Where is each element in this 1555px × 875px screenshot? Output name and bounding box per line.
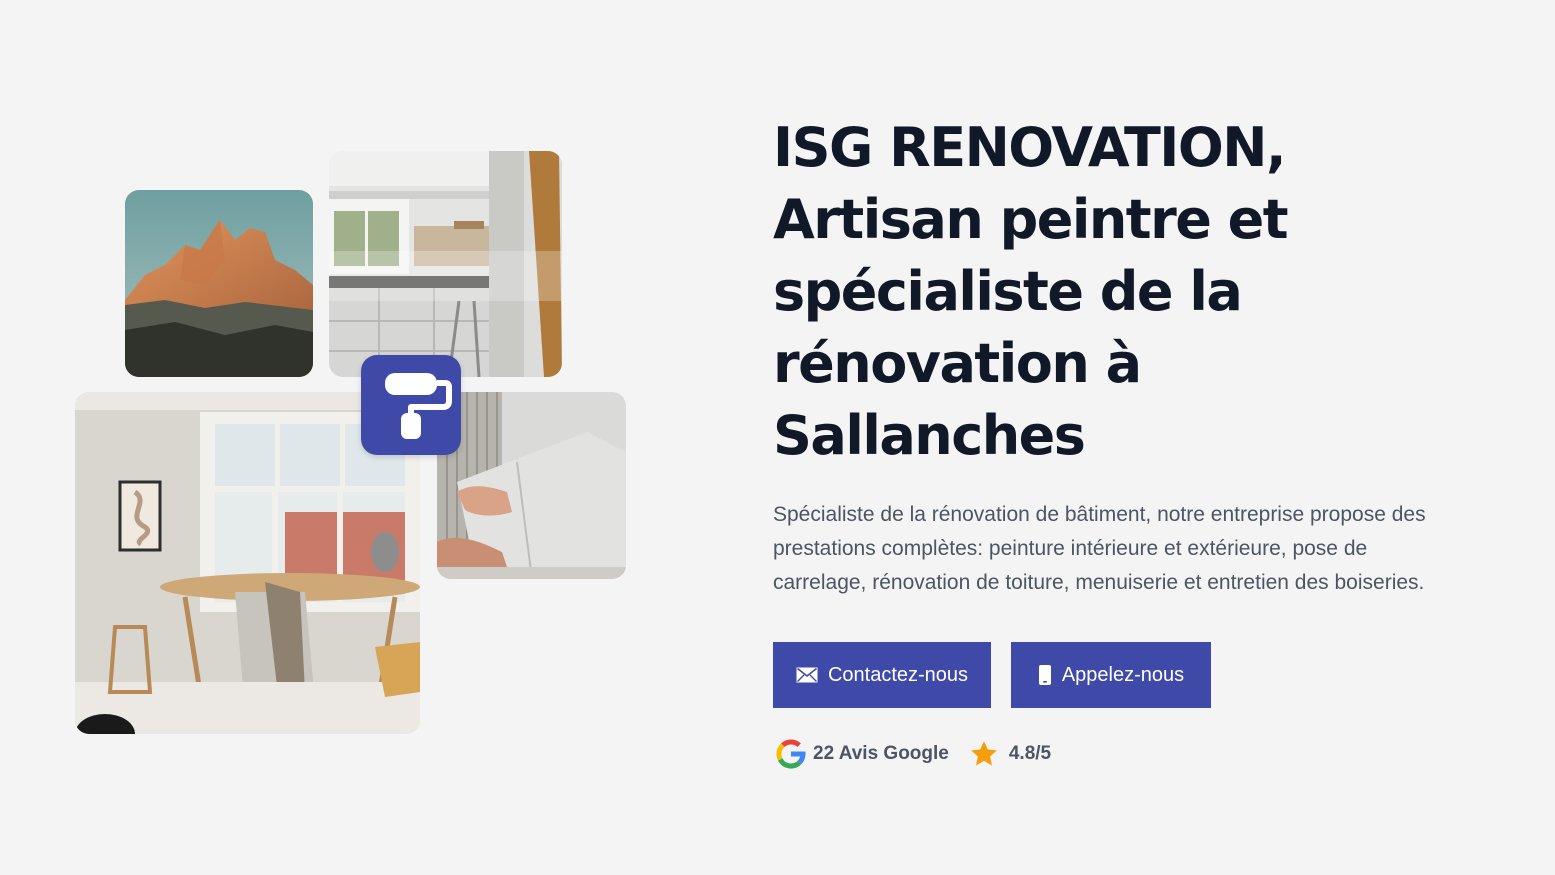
image-gallery <box>0 0 700 875</box>
envelope-icon <box>796 667 818 683</box>
paint-roller-logo <box>361 355 461 455</box>
google-review-count: 22 Avis Google <box>813 743 949 764</box>
contact-button[interactable]: Contactez-nous <box>773 642 991 708</box>
contact-button-label: Contactez-nous <box>827 663 969 686</box>
hero-title-line: Sallanches <box>773 404 1086 467</box>
reviews-summary: 22 Avis Google 4.8/5 <box>773 738 1473 770</box>
call-button[interactable]: Appelez-nous <box>1011 642 1211 708</box>
phone-icon <box>1038 665 1051 685</box>
google-icon <box>776 739 806 769</box>
paint-roller-icon <box>385 373 452 439</box>
rating-value: 4.8/5 <box>1008 743 1052 764</box>
cta-buttons: Contactez-nous Appelez-nous <box>773 642 1473 708</box>
hero-title: ISG RENOVATION, Artisan peintre et spéci… <box>773 112 1473 472</box>
hero-title-line: ISG RENOVATION, <box>773 116 1287 179</box>
hero-title-line: Artisan peintre et <box>773 188 1289 251</box>
star-icon <box>970 741 997 766</box>
hero-title-line: rénovation à <box>773 332 1142 395</box>
mountain-photo <box>125 190 313 377</box>
call-button-label: Appelez-nous <box>1061 663 1185 686</box>
kitchen-renovation-photo <box>329 151 562 377</box>
hero-content: ISG RENOVATION, Artisan peintre et spéci… <box>773 112 1473 770</box>
hero-description: Spécialiste de la rénovation de bâtiment… <box>773 503 1426 594</box>
hero-title-line: spécialiste de la <box>773 260 1243 323</box>
tiling-work-photo <box>437 392 626 579</box>
